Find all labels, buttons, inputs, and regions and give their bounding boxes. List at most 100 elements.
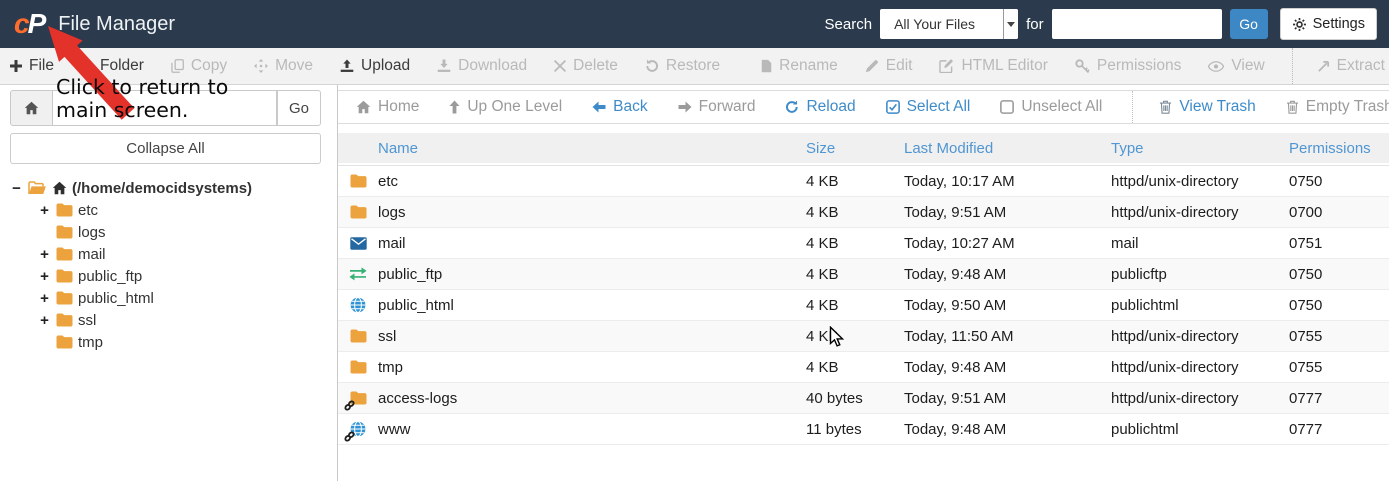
sidebar-home-button[interactable] — [10, 90, 53, 126]
folder-icon — [350, 174, 367, 188]
tree-expander[interactable]: + — [38, 246, 51, 263]
extract-icon — [1317, 60, 1330, 73]
toolbar-item-restore: Restore — [645, 57, 720, 75]
settings-button[interactable]: Settings — [1279, 8, 1377, 40]
tree-item-home-democidsystems[interactable]: − (/home/democidsystems) — [10, 177, 321, 199]
for-label: for — [1026, 15, 1044, 33]
nav-item-unselect-all: Unselect All — [1000, 98, 1102, 116]
search-zone: Search All Your Files for Go Settings — [825, 8, 1377, 40]
cell-size: 4 KB — [806, 296, 839, 314]
tree-item-logs[interactable]: logs — [10, 221, 321, 243]
tree-item-label: public_ftp — [78, 267, 143, 285]
table-row-etc[interactable]: etc 4 KB Today, 10:17 AM httpd/unix-directo… — [338, 166, 1389, 197]
tree-expander[interactable]: − — [10, 180, 23, 197]
plus-icon — [80, 60, 93, 72]
cell-modified: Today, 9:50 AM — [904, 296, 1007, 314]
toolbar-item-view: View — [1208, 57, 1265, 75]
cell-modified: Today, 10:27 AM — [904, 234, 1015, 252]
column-header-modified[interactable]: Last Modified — [904, 140, 1111, 157]
folder-icon — [56, 269, 73, 283]
nav-item-label: Back — [613, 98, 648, 115]
tree-item-tmp[interactable]: tmp — [10, 331, 321, 353]
table-row-access-logs[interactable]: access-logs 40 bytes Today, 9:51 AM httpd/u… — [338, 383, 1389, 414]
toolbar-item-label: Delete — [573, 57, 618, 74]
nav-item-label: Unselect All — [1021, 98, 1103, 115]
table-row-logs[interactable]: logs 4 KB Today, 9:51 AM httpd/unix-directo… — [338, 197, 1389, 228]
toolbar-item-folder[interactable]: Folder — [80, 57, 144, 75]
page-title: File Manager — [58, 12, 175, 35]
file-icon-cell — [338, 414, 378, 444]
column-header-permissions[interactable]: Permissions — [1289, 140, 1389, 157]
collapse-all-button[interactable]: Collapse All — [10, 133, 321, 164]
toolbar-item-extract: Extract — [1291, 48, 1385, 84]
toolbar-item-rename: Rename — [761, 57, 838, 75]
tree-expander[interactable]: + — [38, 290, 51, 307]
path-go-button[interactable]: Go — [277, 90, 321, 126]
folder-icon — [56, 203, 73, 217]
tree-expander[interactable]: + — [38, 268, 51, 285]
search-input[interactable] — [1051, 9, 1222, 39]
cell-size: 4 KB — [806, 327, 839, 345]
toolbar-item-file[interactable]: File — [10, 57, 54, 75]
file-table: Name Size Last Modified Type Permissions… — [338, 133, 1389, 445]
toolbar-item-label: Copy — [190, 57, 228, 74]
navigation-toolbar: Home Up One Level Back Forward Reload Select … — [338, 90, 1389, 124]
chevron-down-icon — [1003, 9, 1019, 39]
toolbar-item-html-editor: HTML Editor — [939, 57, 1048, 75]
tree-item-label: etc — [78, 201, 99, 219]
search-go-button[interactable]: Go — [1229, 9, 1268, 39]
column-header-type[interactable]: Type — [1111, 140, 1289, 157]
tree-item-etc[interactable]: + etc — [10, 199, 321, 221]
reload-icon — [785, 100, 799, 114]
path-input[interactable] — [53, 90, 277, 126]
toolbar-item-upload[interactable]: Upload — [340, 57, 410, 75]
table-row-public_html[interactable]: public_html 4 KB Today, 9:50 AM publichtml 0… — [338, 290, 1389, 321]
table-row-www[interactable]: www 11 bytes Today, 9:48 AM publichtml 0777 — [338, 414, 1389, 445]
cell-size: 4 KB — [806, 358, 839, 376]
nav-item-label: Up One Level — [467, 98, 563, 115]
main-panel: Home Up One Level Back Forward Reload Select … — [337, 85, 1389, 481]
table-row-ssl[interactable]: ssl 4 KB Today, 11:50 AM httpd/unix-directo… — [338, 321, 1389, 352]
tree-item-public-ftp[interactable]: + public_ftp — [10, 265, 321, 287]
nav-item-view-trash[interactable]: View Trash — [1132, 91, 1256, 123]
nav-item-back[interactable]: Back — [592, 98, 648, 116]
table-row-tmp[interactable]: tmp 4 KB Today, 9:48 AM httpd/unix-director… — [338, 352, 1389, 383]
link-icon — [344, 431, 355, 442]
cell-permissions: 0700 — [1289, 203, 1323, 221]
trash-icon — [1286, 100, 1299, 114]
table-row-public_ftp[interactable]: public_ftp 4 KB Today, 9:48 AM publicftp 075… — [338, 259, 1389, 290]
tree-item-public-html[interactable]: + public_html — [10, 287, 321, 309]
cell-type: publichtml — [1111, 296, 1179, 314]
cell-name: ssl — [378, 327, 397, 345]
nav-item-reload[interactable]: Reload — [785, 98, 856, 116]
cpanel-logo[interactable]: cP — [14, 10, 46, 38]
file-icon-cell — [338, 383, 378, 413]
search-scope-value: All Your Files — [894, 16, 976, 32]
column-header-size[interactable]: Size — [806, 140, 904, 157]
tree-expander[interactable]: + — [38, 202, 51, 219]
toolbar-item-label: Download — [458, 57, 528, 74]
tree-item-mail[interactable]: + mail — [10, 243, 321, 265]
toolbar-item-copy: Copy — [171, 57, 227, 75]
link-icon — [344, 400, 355, 411]
column-header-name[interactable]: Name — [378, 140, 806, 157]
folder-open-icon — [28, 180, 47, 196]
download-icon — [437, 59, 451, 73]
toolbar-item-label: Edit — [885, 57, 913, 74]
cell-modified: Today, 11:50 AM — [904, 327, 1014, 345]
cell-type: httpd/unix-directory — [1111, 327, 1239, 345]
toolbar-item-label: Move — [275, 57, 314, 74]
table-row-mail[interactable]: mail 4 KB Today, 10:27 AM mail 0751 — [338, 228, 1389, 259]
folder-icon — [350, 329, 367, 343]
nav-item-label: Forward — [698, 98, 756, 115]
tree-expander[interactable]: + — [38, 312, 51, 329]
toolbar-item-label: Restore — [665, 57, 721, 74]
search-scope-select[interactable]: All Your Files — [880, 9, 1019, 39]
eye-icon — [1208, 60, 1225, 72]
nav-item-label: Home — [378, 98, 420, 115]
cell-size: 4 KB — [806, 203, 839, 221]
tree-item-ssl[interactable]: + ssl — [10, 309, 321, 331]
toolbar-item-move: Move — [254, 57, 313, 75]
restore-icon — [645, 59, 659, 73]
nav-item-select-all[interactable]: Select All — [885, 98, 970, 116]
